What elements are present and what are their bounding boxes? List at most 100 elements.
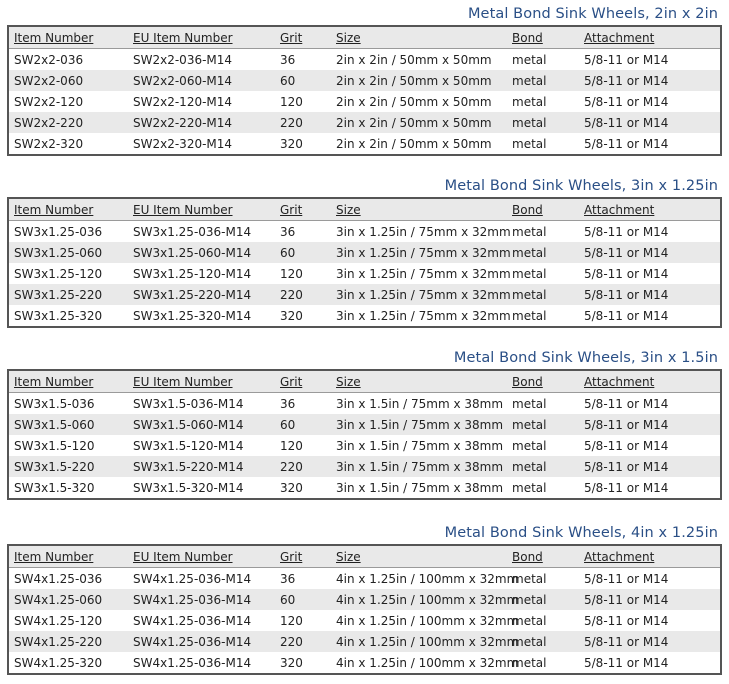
cell-size: 3in x 1.25in / 75mm x 32mm (331, 242, 511, 263)
cell-grit: 60 (275, 589, 331, 610)
header-eu-item-number: EU Item Number (128, 26, 275, 49)
cell-item-number: SW2x2-320 (8, 133, 128, 155)
table-row: SW2x2-060 SW2x2-060-M14 60 2in x 2in / 5… (8, 70, 721, 91)
cell-eu-item-number: SW3x1.25-220-M14 (128, 284, 275, 305)
table-row: SW3x1.25-036 SW3x1.25-036-M14 36 3in x 1… (8, 220, 721, 242)
cell-eu-item-number: SW3x1.5-220-M14 (128, 456, 275, 477)
cell-bond: metal (507, 414, 579, 435)
table-row: SW4x1.25-120 SW4x1.25-036-M14 120 4in x … (8, 610, 721, 631)
cell-bond: metal (507, 91, 579, 112)
cell-item-number: SW3x1.25-036 (8, 220, 128, 242)
cell-grit: 220 (275, 284, 331, 305)
cell-bond: metal (507, 392, 579, 414)
cell-size: 3in x 1.25in / 75mm x 32mm (331, 305, 511, 327)
header-size: Size (331, 370, 507, 393)
product-table: Item Number EU Item Number Grit Size Bon… (7, 369, 722, 500)
cell-item-number: SW3x1.5-120 (8, 435, 128, 456)
header-row: Item Number EU Item Number Grit Size Bon… (8, 198, 721, 221)
cell-eu-item-number: SW2x2-220-M14 (128, 112, 275, 133)
cell-item-number: SW3x1.5-220 (8, 456, 128, 477)
header-item-number: Item Number (8, 26, 128, 49)
cell-grit: 120 (275, 263, 331, 284)
header-row: Item Number EU Item Number Grit Size Bon… (8, 545, 721, 568)
cell-grit: 220 (275, 456, 331, 477)
header-attachment: Attachment (579, 198, 721, 221)
section-3x1-25: Metal Bond Sink Wheels, 3in x 1.25in Ite… (7, 175, 722, 328)
section-title: Metal Bond Sink Wheels, 4in x 1.25in (444, 525, 718, 541)
cell-attachment: 5/8-11 or M14 (579, 435, 721, 456)
cell-eu-item-number: SW3x1.5-320-M14 (128, 477, 275, 499)
cell-item-number: SW2x2-060 (8, 70, 128, 91)
cell-size: 2in x 2in / 50mm x 50mm (331, 48, 507, 70)
table-row: SW3x1.5-320 SW3x1.5-320-M14 320 3in x 1.… (8, 477, 721, 499)
cell-eu-item-number: SW4x1.25-036-M14 (128, 652, 275, 674)
cell-size: 3in x 1.25in / 75mm x 32mm (331, 220, 511, 242)
table-row: SW3x1.25-060 SW3x1.25-060-M14 60 3in x 1… (8, 242, 721, 263)
cell-attachment: 5/8-11 or M14 (579, 652, 721, 674)
cell-eu-item-number: SW4x1.25-036-M14 (128, 589, 275, 610)
header-bond: Bond (507, 545, 579, 568)
table-row: SW3x1.5-220 SW3x1.5-220-M14 220 3in x 1.… (8, 456, 721, 477)
header-size: Size (331, 26, 507, 49)
table-row: SW2x2-220 SW2x2-220-M14 220 2in x 2in / … (8, 112, 721, 133)
cell-item-number: SW3x1.5-036 (8, 392, 128, 414)
header-grit: Grit (275, 370, 331, 393)
section-2x2: Metal Bond Sink Wheels, 2in x 2in Item N… (7, 3, 722, 156)
cell-bond: metal (507, 610, 579, 631)
section-title: Metal Bond Sink Wheels, 3in x 1.25in (444, 178, 718, 194)
header-row: Item Number EU Item Number Grit Size Bon… (8, 370, 721, 393)
cell-item-number: SW2x2-036 (8, 48, 128, 70)
cell-bond: metal (507, 589, 579, 610)
cell-grit: 36 (275, 392, 331, 414)
cell-attachment: 5/8-11 or M14 (579, 631, 721, 652)
cell-eu-item-number: SW3x1.25-320-M14 (128, 305, 275, 327)
table-row: SW2x2-120 SW2x2-120-M14 120 2in x 2in / … (8, 91, 721, 112)
cell-eu-item-number: SW2x2-060-M14 (128, 70, 275, 91)
cell-item-number: SW2x2-220 (8, 112, 128, 133)
table-row: SW3x1.5-120 SW3x1.5-120-M14 120 3in x 1.… (8, 435, 721, 456)
cell-bond: metal (507, 263, 579, 284)
cell-attachment: 5/8-11 or M14 (579, 392, 721, 414)
cell-item-number: SW3x1.5-060 (8, 414, 128, 435)
cell-item-number: SW3x1.25-320 (8, 305, 128, 327)
header-bond: Bond (507, 370, 579, 393)
cell-grit: 120 (275, 435, 331, 456)
cell-bond: metal (507, 631, 579, 652)
table-row: SW3x1.25-320 SW3x1.25-320-M14 320 3in x … (8, 305, 721, 327)
cell-attachment: 5/8-11 or M14 (579, 70, 721, 91)
cell-bond: metal (507, 435, 579, 456)
header-grit: Grit (275, 545, 331, 568)
cell-attachment: 5/8-11 or M14 (579, 263, 721, 284)
cell-grit: 60 (275, 242, 331, 263)
product-table: Item Number EU Item Number Grit Size Bon… (7, 544, 722, 675)
cell-eu-item-number: SW3x1.25-036-M14 (128, 220, 275, 242)
cell-item-number: SW4x1.25-120 (8, 610, 128, 631)
cell-size: 3in x 1.5in / 75mm x 38mm (331, 392, 507, 414)
cell-eu-item-number: SW3x1.5-120-M14 (128, 435, 275, 456)
header-item-number: Item Number (8, 370, 128, 393)
cell-bond: metal (507, 284, 579, 305)
header-attachment: Attachment (579, 545, 721, 568)
table-row: SW3x1.25-220 SW3x1.25-220-M14 220 3in x … (8, 284, 721, 305)
table-row: SW4x1.25-060 SW4x1.25-036-M14 60 4in x 1… (8, 589, 721, 610)
cell-bond: metal (507, 70, 579, 91)
cell-grit: 320 (275, 305, 331, 327)
cell-eu-item-number: SW4x1.25-036-M14 (128, 631, 275, 652)
cell-attachment: 5/8-11 or M14 (579, 414, 721, 435)
cell-eu-item-number: SW3x1.5-036-M14 (128, 392, 275, 414)
cell-grit: 220 (275, 112, 331, 133)
cell-attachment: 5/8-11 or M14 (579, 567, 721, 589)
cell-item-number: SW4x1.25-320 (8, 652, 128, 674)
cell-grit: 320 (275, 477, 331, 499)
cell-attachment: 5/8-11 or M14 (579, 456, 721, 477)
cell-attachment: 5/8-11 or M14 (579, 112, 721, 133)
cell-bond: metal (507, 133, 579, 155)
header-bond: Bond (507, 198, 579, 221)
cell-size: 2in x 2in / 50mm x 50mm (331, 70, 507, 91)
cell-bond: metal (507, 477, 579, 499)
cell-eu-item-number: SW4x1.25-036-M14 (128, 610, 275, 631)
cell-grit: 60 (275, 70, 331, 91)
header-grit: Grit (275, 26, 331, 49)
cell-eu-item-number: SW2x2-120-M14 (128, 91, 275, 112)
cell-item-number: SW4x1.25-060 (8, 589, 128, 610)
